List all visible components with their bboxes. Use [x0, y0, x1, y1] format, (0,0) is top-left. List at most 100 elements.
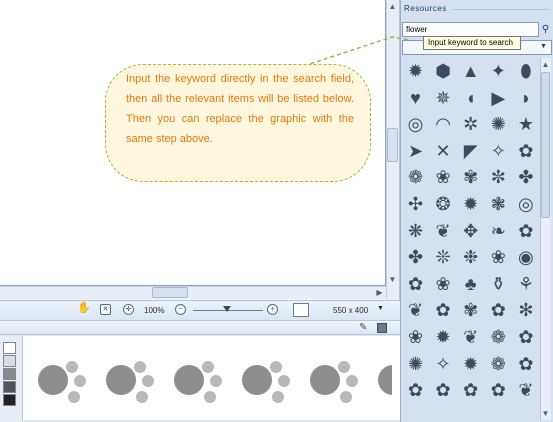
shape-icon[interactable]: ♣ — [457, 271, 484, 298]
shape-icon[interactable]: ◎ — [512, 191, 539, 218]
shape-icon[interactable]: ✿ — [430, 377, 457, 404]
shape-icon[interactable]: ✼ — [485, 164, 512, 191]
shape-icon[interactable]: ⬮ — [512, 58, 539, 85]
horizontal-scrollbar[interactable] — [0, 286, 386, 299]
shape-icon[interactable]: ▲ — [457, 58, 484, 85]
shape-icon[interactable]: ✧ — [485, 138, 512, 165]
zoom-level: 100% — [144, 306, 165, 315]
palette-color[interactable] — [3, 394, 16, 406]
shape-icon[interactable]: ✹ — [457, 351, 484, 378]
shape-icon[interactable]: ❉ — [457, 244, 484, 271]
palette-color[interactable] — [3, 355, 16, 367]
shape-icon[interactable]: ✧ — [430, 351, 457, 378]
zoom-in-icon[interactable]: + — [267, 304, 278, 315]
scroll-up-icon[interactable]: ▲ — [541, 59, 550, 70]
shape-icon[interactable]: ◖ — [457, 85, 484, 112]
shape-icon[interactable]: ❧ — [485, 218, 512, 245]
shape-icon[interactable]: ✾ — [457, 164, 484, 191]
shape-icon[interactable]: ✥ — [457, 218, 484, 245]
thumbnail-6[interactable] — [378, 365, 392, 395]
shape-icon[interactable]: ✿ — [402, 271, 429, 298]
shape-icon[interactable]: ✹ — [430, 324, 457, 351]
shape-icon[interactable]: ◉ — [512, 244, 539, 271]
shape-icon[interactable]: ✿ — [457, 377, 484, 404]
shape-icon[interactable]: ◗ — [512, 85, 539, 112]
shape-icon[interactable]: ◠ — [430, 111, 457, 138]
resources-scroll-thumb[interactable] — [541, 72, 550, 218]
shape-icon[interactable]: ❦ — [457, 324, 484, 351]
scroll-down-icon[interactable]: ▼ — [541, 408, 550, 419]
shape-icon[interactable]: ✹ — [457, 191, 484, 218]
shape-icon[interactable]: ✿ — [485, 297, 512, 324]
shape-icon[interactable]: ⚘ — [512, 271, 539, 298]
palette-color[interactable] — [3, 342, 16, 354]
shape-icon[interactable]: ❀ — [402, 324, 429, 351]
shape-icon[interactable]: ✿ — [512, 138, 539, 165]
search-input[interactable] — [402, 22, 539, 37]
scroll-down-icon[interactable]: ▼ — [387, 274, 398, 285]
canvas-size: 550 x 400 — [333, 306, 369, 315]
shape-icon[interactable]: ❂ — [430, 191, 457, 218]
shape-icon[interactable]: ✿ — [512, 351, 539, 378]
palette-color[interactable] — [3, 381, 16, 393]
shape-icon[interactable]: ❋ — [402, 218, 429, 245]
shape-icon[interactable]: ❦ — [512, 377, 539, 404]
shape-icon[interactable]: ❦ — [402, 297, 429, 324]
zoom-slider-thumb[interactable] — [223, 306, 231, 312]
shape-icon[interactable]: ★ — [512, 111, 539, 138]
title-divider — [453, 9, 549, 10]
shape-icon[interactable]: ✦ — [485, 58, 512, 85]
vertical-scroll-thumb[interactable] — [387, 128, 398, 162]
horizontal-scroll-thumb[interactable] — [152, 287, 188, 298]
shape-icon[interactable]: ❃ — [485, 191, 512, 218]
shape-icon[interactable]: ✺ — [402, 351, 429, 378]
shape-icon[interactable]: ✿ — [485, 377, 512, 404]
shape-icon[interactable]: ❁ — [485, 351, 512, 378]
color-swatch[interactable] — [293, 303, 309, 317]
shape-icon[interactable]: ❦ — [430, 218, 457, 245]
hand-tool-icon[interactable]: ✋ — [77, 303, 91, 315]
resources-title: Resources — [404, 4, 447, 13]
shape-icon[interactable]: ❊ — [430, 244, 457, 271]
fill-color-icon[interactable] — [377, 323, 387, 333]
search-tooltip: Input keyword to search — [423, 36, 521, 50]
shape-icon[interactable]: ❀ — [430, 271, 457, 298]
shape-icon[interactable]: ✕ — [430, 138, 457, 165]
shape-icon[interactable]: ⚱ — [485, 271, 512, 298]
shape-icon[interactable]: ❀ — [430, 164, 457, 191]
shape-icon[interactable]: ✾ — [457, 297, 484, 324]
actual-size-icon[interactable]: ✛ — [123, 304, 134, 315]
shape-icon[interactable]: ➤ — [402, 138, 429, 165]
shape-icon[interactable]: ❁ — [485, 324, 512, 351]
shape-icon[interactable]: ❁ — [402, 164, 429, 191]
shape-icon[interactable]: ✻ — [512, 297, 539, 324]
shape-icon[interactable]: ✲ — [457, 111, 484, 138]
shape-icon[interactable]: ✤ — [512, 164, 539, 191]
shape-icon[interactable]: ✣ — [402, 191, 429, 218]
scroll-right-icon[interactable]: ▶ — [374, 287, 385, 298]
shape-icon[interactable]: ✤ — [402, 244, 429, 271]
shape-icon[interactable]: ✿ — [430, 297, 457, 324]
shape-icon[interactable]: ▶ — [485, 85, 512, 112]
shape-icon[interactable]: ✺ — [485, 111, 512, 138]
shape-icon[interactable]: ✿ — [402, 377, 429, 404]
shape-icon[interactable]: ◤ — [457, 138, 484, 165]
shape-icon[interactable]: ♥ — [402, 85, 429, 112]
shape-icon[interactable]: ✿ — [512, 324, 539, 351]
palette-color[interactable] — [3, 368, 16, 380]
chevron-down-icon[interactable]: ▼ — [540, 43, 547, 50]
scroll-up-icon[interactable]: ▲ — [387, 1, 398, 12]
shape-icon[interactable]: ❀ — [485, 244, 512, 271]
size-dropdown-icon[interactable]: ▼ — [377, 305, 384, 312]
search-icon[interactable]: ⚲ — [539, 22, 552, 37]
fit-page-icon[interactable]: ✕ — [100, 304, 111, 315]
bottom-panel-header — [0, 321, 400, 335]
callout-text: Input the keyword directly in the search… — [126, 73, 354, 145]
shape-icon[interactable]: ✵ — [430, 85, 457, 112]
shape-icon[interactable]: ◎ — [402, 111, 429, 138]
shape-icon[interactable]: ⬢ — [430, 58, 457, 85]
shape-icon[interactable]: ✹ — [402, 58, 429, 85]
shape-icon[interactable]: ✿ — [512, 218, 539, 245]
zoom-out-icon[interactable]: − — [175, 304, 186, 315]
eyedropper-icon[interactable]: ✎ — [359, 322, 367, 333]
